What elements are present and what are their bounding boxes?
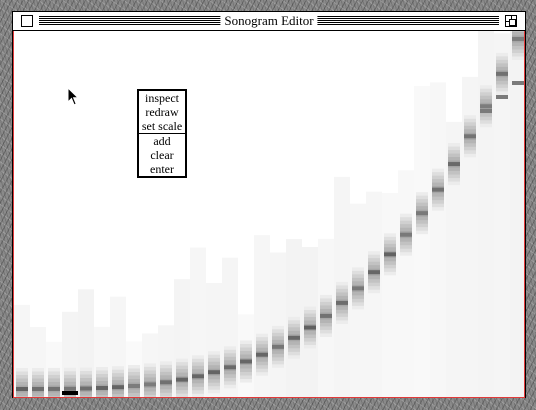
sonogram-harmonic bbox=[480, 109, 492, 113]
menu-item-inspect[interactable]: inspect bbox=[139, 91, 185, 105]
menu-item-add[interactable]: add bbox=[139, 134, 185, 148]
sonogram-noise bbox=[414, 86, 430, 397]
sonogram-band bbox=[448, 162, 460, 167]
sonogram-band bbox=[144, 382, 156, 387]
title-bar[interactable]: Sonogram Editor bbox=[13, 12, 525, 31]
sonogram-harmonic bbox=[512, 81, 524, 85]
sonogram-noise bbox=[510, 31, 524, 397]
menu-item-redraw[interactable]: redraw bbox=[139, 105, 185, 119]
sonogram-noise bbox=[270, 252, 286, 397]
sonogram-band bbox=[336, 300, 348, 305]
arrow-cursor-icon bbox=[67, 87, 79, 106]
sonogram-band bbox=[432, 187, 444, 192]
sonogram-band bbox=[352, 286, 364, 291]
zoom-box-outer-square bbox=[509, 19, 516, 26]
sonogram-band bbox=[192, 374, 204, 379]
sonogram-band bbox=[48, 386, 60, 391]
sonogram-band bbox=[512, 37, 524, 41]
sonogram-band bbox=[288, 335, 300, 340]
sonogram-band bbox=[464, 134, 476, 139]
sonogram-band bbox=[32, 386, 44, 391]
sonogram-band bbox=[304, 325, 316, 330]
sonogram-band bbox=[64, 386, 76, 391]
sonogram-noise bbox=[366, 191, 382, 397]
sonogram-band bbox=[368, 270, 380, 275]
sonogram-band bbox=[224, 365, 236, 370]
menu-item-enter[interactable]: enter bbox=[139, 162, 185, 176]
sonogram-harmonic bbox=[496, 95, 508, 99]
sonogram-band bbox=[272, 344, 284, 349]
sonogram-band bbox=[384, 252, 396, 257]
sonogram-band bbox=[160, 380, 172, 385]
window-title: Sonogram Editor bbox=[220, 13, 318, 29]
sonogram-marker bbox=[62, 391, 78, 395]
sonogram-band bbox=[240, 359, 252, 364]
popup-menu: inspect redraw set scale add clear enter bbox=[137, 89, 187, 178]
zoom-box-icon[interactable] bbox=[505, 15, 517, 27]
sonogram-band bbox=[208, 370, 220, 375]
sonogram-display[interactable] bbox=[14, 31, 524, 397]
sonogram-band bbox=[112, 385, 124, 390]
sonogram-band bbox=[400, 232, 412, 237]
sonogram-noise bbox=[382, 193, 398, 397]
menu-item-clear[interactable]: clear bbox=[139, 148, 185, 162]
sonogram-noise bbox=[430, 82, 446, 397]
sonogram-editor-window: Sonogram Editor inspect redraw set scale… bbox=[12, 11, 526, 398]
sonogram-canvas-area[interactable]: inspect redraw set scale add clear enter bbox=[13, 31, 525, 398]
sonogram-band bbox=[176, 377, 188, 382]
sonogram-band bbox=[16, 387, 28, 391]
sonogram-band bbox=[80, 386, 92, 391]
sonogram-band bbox=[128, 384, 140, 389]
sonogram-band bbox=[416, 211, 428, 216]
sonogram-band bbox=[480, 104, 492, 109]
sonogram-noise bbox=[398, 170, 414, 397]
sonogram-band bbox=[320, 313, 332, 318]
close-box-icon[interactable] bbox=[21, 15, 33, 27]
sonogram-band bbox=[96, 385, 108, 390]
sonogram-band bbox=[496, 71, 508, 76]
menu-item-set-scale[interactable]: set scale bbox=[139, 119, 185, 134]
sonogram-band bbox=[256, 352, 268, 357]
